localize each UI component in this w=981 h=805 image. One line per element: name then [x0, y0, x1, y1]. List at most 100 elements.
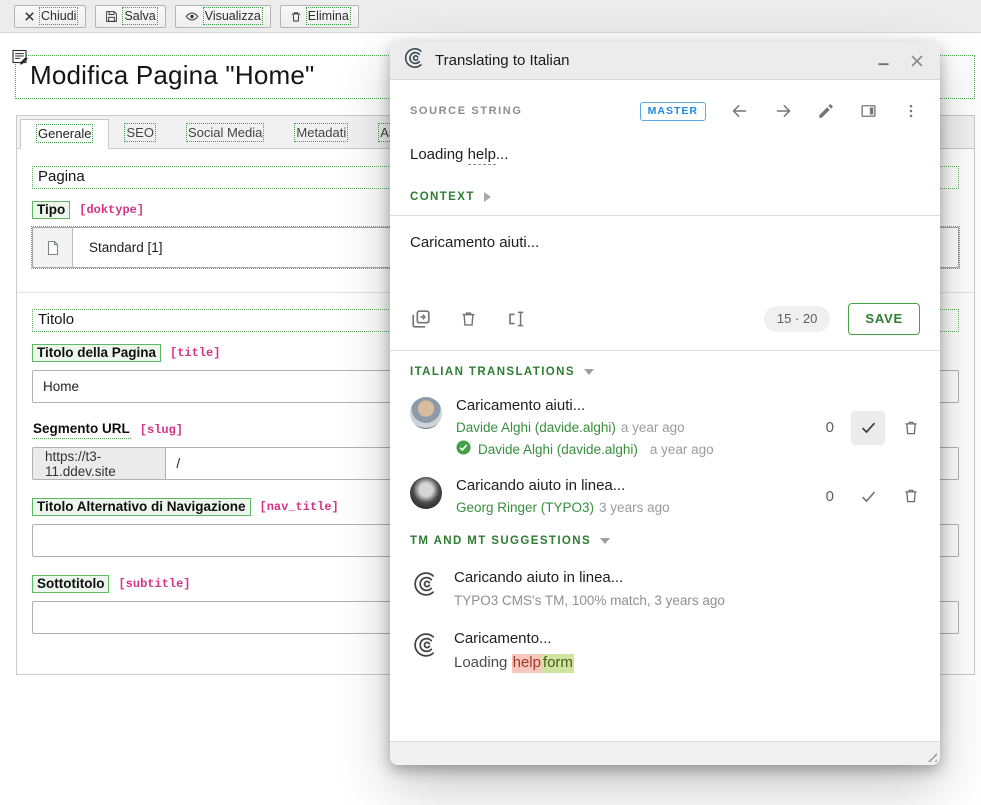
- side-panel-icon[interactable]: [858, 102, 879, 120]
- eye-icon: [185, 10, 199, 23]
- modal-header[interactable]: Translating to Italian: [390, 42, 940, 80]
- approve-button[interactable]: [851, 479, 885, 513]
- nav-title-field-code: [nav_title]: [260, 500, 339, 514]
- source-text: Loading help...: [410, 146, 920, 163]
- page-title-field-label: Titolo della Pagina: [32, 344, 161, 362]
- close-modal-icon[interactable]: [910, 54, 924, 68]
- page-title-field-code: [title]: [170, 346, 220, 360]
- approved-line: Davide Alghi (davide.alghi) a year ago: [456, 440, 804, 458]
- modal-title: Translating to Italian: [435, 52, 570, 69]
- save-translation-button[interactable]: SAVE: [848, 303, 920, 335]
- page-doc-icon: [33, 228, 73, 267]
- translation-text[interactable]: Caricamento aiuti...: [456, 397, 804, 414]
- source-tools: MASTER: [640, 102, 920, 121]
- tm-suggestion[interactable]: Caricando aiuto in linea... TYPO3 CMS's …: [410, 569, 920, 608]
- translation-modal: Translating to Italian SOURCE STRING MAS…: [390, 42, 940, 765]
- tab-general[interactable]: Generale: [20, 119, 109, 149]
- type-field-label: Tipo: [32, 201, 70, 219]
- translations-section-header[interactable]: ITALIAN TRANSLATIONS: [410, 366, 920, 378]
- diff-added: form: [542, 654, 574, 673]
- translation-author-line: Davide Alghi (davide.alghi) a year ago: [456, 420, 804, 435]
- suggestion-diff: Loading helpform: [454, 654, 574, 671]
- chevron-right-icon: [484, 192, 491, 202]
- author-time: a year ago: [621, 420, 685, 435]
- approver-time: a year ago: [650, 442, 714, 457]
- delete-translation-icon[interactable]: [902, 486, 920, 506]
- action-icons: [410, 308, 527, 330]
- action-right: 15 · 20 SAVE: [764, 303, 920, 335]
- chevron-down-icon: [600, 538, 610, 544]
- save-button-label: Salva: [124, 9, 155, 23]
- clear-translation-icon[interactable]: [459, 308, 478, 330]
- resize-handle[interactable]: [924, 749, 937, 762]
- subtitle-field-label: Sottotitolo: [32, 575, 109, 593]
- translation-text[interactable]: Caricando aiuto in linea...: [456, 477, 804, 494]
- approved-check-icon: [456, 440, 471, 458]
- crowdin-tm-icon: [410, 569, 440, 608]
- suggestion-meta: TYPO3 CMS's TM, 100% match, 3 years ago: [454, 593, 725, 608]
- window-controls: [877, 54, 924, 68]
- select-text-icon[interactable]: [505, 308, 527, 330]
- author-name[interactable]: Georg Ringer (TYPO3): [456, 500, 594, 515]
- tab-metadata[interactable]: Metadati: [279, 119, 363, 148]
- type-field-code: [doktype]: [79, 203, 144, 217]
- floppy-icon: [105, 10, 118, 23]
- vote-count: 0: [826, 419, 834, 436]
- doc-toolbar: Chiudi Salva Visualizza Elimina: [0, 0, 981, 33]
- crowdin-tm-icon: [410, 630, 440, 671]
- edit-pencil-icon[interactable]: [817, 102, 835, 120]
- suggestions-section-header[interactable]: TM AND MT SUGGESTIONS: [410, 535, 920, 547]
- context-row[interactable]: CONTEXT: [410, 191, 920, 203]
- approve-button[interactable]: [851, 411, 885, 445]
- slug-field-label: Segmento URL: [32, 421, 131, 439]
- slug-field-code: [slug]: [140, 423, 183, 437]
- translation-author-line: Georg Ringer (TYPO3) 3 years ago: [456, 500, 804, 515]
- diff-removed: help: [512, 654, 542, 673]
- char-counter: 15 · 20: [764, 306, 830, 332]
- author-time: 3 years ago: [599, 500, 670, 515]
- close-button-label: Chiudi: [41, 9, 76, 23]
- avatar: [410, 397, 442, 429]
- source-string-row: SOURCE STRING MASTER: [410, 98, 920, 124]
- chevron-down-icon: [584, 369, 594, 375]
- vote-count: 0: [826, 488, 834, 505]
- trash-icon: [290, 10, 302, 23]
- close-button[interactable]: Chiudi: [14, 5, 86, 28]
- translation-item: Caricando aiuto in linea... Georg Ringer…: [410, 477, 920, 515]
- tab-seo[interactable]: SEO: [109, 119, 170, 148]
- copy-source-icon[interactable]: [410, 308, 432, 330]
- tab-social-media[interactable]: Social Media: [171, 119, 279, 148]
- divider: [390, 350, 940, 351]
- nav-title-field-label: Titolo Alternativo di Navigazione: [32, 498, 251, 516]
- delete-button-label: Elimina: [308, 9, 349, 23]
- modal-body: SOURCE STRING MASTER Lo: [390, 80, 940, 741]
- master-badge: MASTER: [640, 102, 706, 121]
- view-button[interactable]: Visualizza: [175, 5, 271, 28]
- close-icon: [24, 11, 35, 22]
- prev-string-icon[interactable]: [729, 102, 750, 120]
- translation-textarea[interactable]: Caricamento aiuti...: [410, 234, 920, 300]
- suggestion-text: Caricamento...: [454, 630, 574, 647]
- delete-button[interactable]: Elimina: [280, 5, 359, 28]
- kebab-menu-icon[interactable]: [902, 102, 920, 120]
- next-string-icon[interactable]: [773, 102, 794, 120]
- edit-note-icon[interactable]: [12, 49, 29, 71]
- translation-action-row: 15 · 20 SAVE: [410, 300, 920, 338]
- slug-prefix: https://t3-11.ddev.site: [32, 447, 165, 480]
- view-button-label: Visualizza: [205, 9, 261, 23]
- tm-suggestion[interactable]: Caricamento... Loading helpform: [410, 630, 920, 671]
- delete-translation-icon[interactable]: [902, 418, 920, 438]
- glossary-term[interactable]: help: [468, 146, 496, 165]
- author-name[interactable]: Davide Alghi (davide.alghi): [456, 420, 616, 435]
- avatar: [410, 477, 442, 509]
- save-button[interactable]: Salva: [95, 5, 165, 28]
- source-string-label: SOURCE STRING: [410, 105, 522, 117]
- doktype-select-value: Standard [1]: [73, 228, 163, 267]
- minimize-icon[interactable]: [877, 54, 890, 67]
- divider: [390, 215, 940, 216]
- suggestion-text: Caricando aiuto in linea...: [454, 569, 725, 586]
- crowdin-logo-icon: [403, 47, 425, 74]
- modal-footer: [390, 741, 940, 765]
- approver-name[interactable]: Davide Alghi (davide.alghi): [478, 442, 638, 457]
- subtitle-field-code: [subtitle]: [118, 577, 190, 591]
